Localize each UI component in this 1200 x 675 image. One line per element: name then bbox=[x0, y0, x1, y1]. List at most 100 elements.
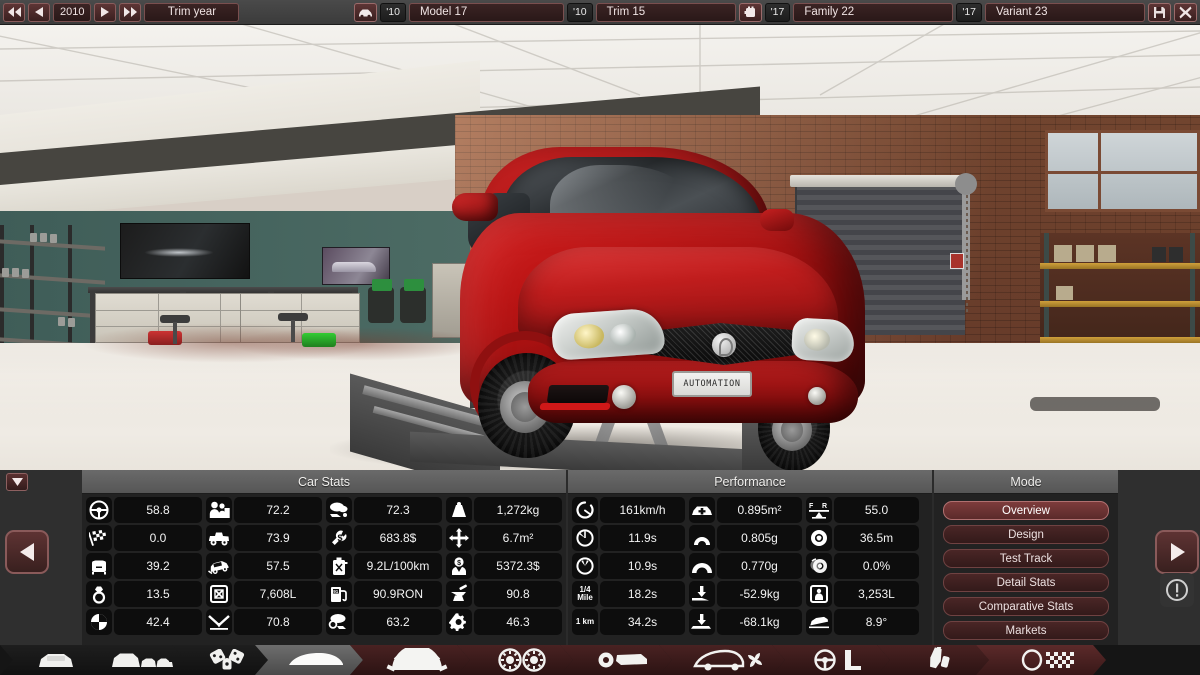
close-x-icon[interactable] bbox=[1174, 2, 1197, 22]
perf-quarter-mile[interactable]: 1/4 Mile 18.2s bbox=[572, 581, 685, 607]
suspension-tab[interactable] bbox=[457, 645, 573, 675]
body-tab[interactable] bbox=[255, 645, 363, 675]
last-year-button[interactable] bbox=[119, 2, 142, 22]
office-chair-1 bbox=[368, 287, 394, 323]
stat-value: 90.9RON bbox=[354, 581, 442, 607]
wall-poster-large bbox=[120, 223, 250, 279]
stat-footprint[interactable]: 6.7m² bbox=[446, 525, 562, 551]
stat-value: 36.5m bbox=[834, 525, 919, 551]
mode-button-detail-stats[interactable]: Detail Stats bbox=[943, 573, 1109, 592]
perf-drag-area[interactable]: 0.895m² bbox=[689, 497, 802, 523]
mode-button-comparative-stats[interactable]: Comparative Stats bbox=[943, 597, 1109, 616]
family-year-badge[interactable]: '17 bbox=[764, 2, 791, 22]
perf-0-100[interactable]: 11.9s bbox=[572, 525, 685, 551]
market-tab[interactable] bbox=[172, 645, 268, 675]
frontal-area-icon bbox=[689, 497, 715, 523]
stat-environmental-resistance[interactable]: 72.3 bbox=[326, 497, 442, 523]
variant-name-field[interactable]: Variant 23 bbox=[985, 2, 1145, 22]
footprint-icon bbox=[446, 525, 472, 551]
next-page-button[interactable] bbox=[1155, 530, 1199, 574]
stat-fuel-economy[interactable]: 9.2L/100km bbox=[326, 553, 442, 579]
perf-approach-angle[interactable]: 8.9° bbox=[806, 609, 919, 635]
3d-viewport[interactable]: AUTOMATION bbox=[0, 25, 1200, 470]
stat-service-costs[interactable]: $ 683.8$ bbox=[326, 525, 442, 551]
drivetrain-tab[interactable] bbox=[877, 645, 989, 675]
stat-reliability[interactable]: 70.8 bbox=[206, 609, 322, 635]
prev-year-button[interactable] bbox=[28, 2, 50, 22]
mode-button-markets[interactable]: Markets bbox=[943, 621, 1109, 640]
mode-button-test-track[interactable]: Test Track bbox=[943, 549, 1109, 568]
trim-year-badge[interactable]: '10 bbox=[566, 2, 593, 22]
trim-name-field[interactable]: Trim 15 bbox=[595, 2, 736, 22]
high-window bbox=[1045, 130, 1200, 212]
perf-brake-fade[interactable]: 0.0% bbox=[806, 553, 919, 579]
stat-sportiness[interactable]: 0.0 bbox=[86, 525, 202, 551]
interior-tab[interactable] bbox=[772, 645, 890, 675]
stat-value: 9.2L/100km bbox=[354, 553, 442, 579]
perf-weight-balance[interactable]: FR 55.0 bbox=[806, 497, 919, 523]
stat-value: 73.9 bbox=[234, 525, 322, 551]
aero-cooling-tab[interactable] bbox=[659, 645, 785, 675]
engine-tab[interactable] bbox=[350, 645, 470, 675]
service-cost-icon: $ bbox=[326, 525, 352, 551]
car-icon[interactable] bbox=[354, 2, 378, 22]
stat-value: 3,253L bbox=[834, 581, 919, 607]
stat-value: -68.1kg bbox=[717, 609, 802, 635]
stat-material-cost[interactable]: $ 5372.3$ bbox=[446, 553, 562, 579]
armchair-icon bbox=[86, 553, 112, 579]
stat-weight[interactable]: 1,272kg bbox=[446, 497, 562, 523]
mode-panel: Mode Overview Design Test Track Detail S… bbox=[934, 470, 1118, 645]
perf-20m-skidpad[interactable]: 0.805g bbox=[689, 525, 802, 551]
collapse-down-icon[interactable] bbox=[6, 473, 28, 491]
bumper-vent bbox=[546, 385, 610, 403]
next-year-button[interactable] bbox=[94, 2, 117, 22]
checkered-flag-icon bbox=[86, 525, 112, 551]
variant-year-badge[interactable]: '17 bbox=[956, 2, 982, 22]
perf-braking-distance[interactable]: 36.5m bbox=[806, 525, 919, 551]
stat-comfort[interactable]: 39.2 bbox=[86, 553, 202, 579]
mode-button-overview[interactable]: Overview bbox=[943, 501, 1109, 520]
stat-prestige[interactable]: 13.5 bbox=[86, 581, 202, 607]
car-overview-tab[interactable] bbox=[0, 645, 98, 675]
stat-offroad[interactable]: 73.9 bbox=[206, 525, 322, 551]
trim-year-label[interactable]: Trim year bbox=[144, 2, 240, 22]
prev-page-button[interactable] bbox=[5, 530, 49, 574]
perf-one-km[interactable]: 1 km 34.2s bbox=[572, 609, 685, 635]
family-tab[interactable] bbox=[85, 645, 185, 675]
floppy-save-icon[interactable] bbox=[1148, 2, 1171, 22]
stat-utility[interactable]: 72.2 bbox=[206, 497, 322, 523]
corner-200m-icon bbox=[689, 553, 715, 579]
model-year-badge[interactable]: '10 bbox=[380, 2, 406, 22]
performance-column-2: 0.895m² 0.805g 0.770g -52.9kg -68.1kg bbox=[687, 497, 804, 635]
test-track-tab[interactable] bbox=[976, 645, 1106, 675]
stat-cargo-volume[interactable]: 7,608L bbox=[206, 581, 322, 607]
brakes-tab[interactable] bbox=[560, 645, 672, 675]
stat-safety[interactable]: 57.5 bbox=[206, 553, 322, 579]
warning-exclamation-icon[interactable] bbox=[1160, 573, 1194, 607]
stat-production-units[interactable]: 46.3 bbox=[446, 609, 562, 635]
first-year-button[interactable] bbox=[3, 2, 25, 22]
pie-chart-icon bbox=[86, 609, 112, 635]
mode-button-design[interactable]: Design bbox=[943, 525, 1109, 544]
car-model[interactable]: AUTOMATION bbox=[440, 135, 890, 470]
perf-front-downforce[interactable]: -52.9kg bbox=[689, 581, 802, 607]
perf-200m-skidpad[interactable]: 0.770g bbox=[689, 553, 802, 579]
current-year-display[interactable]: 2010 bbox=[53, 2, 92, 22]
stat-practicality[interactable]: 42.4 bbox=[86, 609, 202, 635]
stat-engineering-time[interactable]: 90.8 bbox=[446, 581, 562, 607]
stat-fuel-octane[interactable]: 91 90.9RON bbox=[326, 581, 442, 607]
stat-emissions[interactable]: 63.2 bbox=[326, 609, 442, 635]
stat-drivability[interactable]: 58.8 bbox=[86, 497, 202, 523]
anvil-icon bbox=[446, 581, 472, 607]
perf-0-62[interactable]: 10.9s bbox=[572, 553, 685, 579]
mode-title: Mode bbox=[934, 470, 1118, 494]
model-name-field[interactable]: Model 17 bbox=[408, 2, 564, 22]
perf-rear-downforce[interactable]: -68.1kg bbox=[689, 609, 802, 635]
perf-top-speed[interactable]: 161km/h bbox=[572, 497, 685, 523]
stat-value: 0.0% bbox=[834, 553, 919, 579]
test-track-flag-icon bbox=[1020, 649, 1076, 671]
perf-passenger-volume[interactable]: 3,253L bbox=[806, 581, 919, 607]
family-name-field[interactable]: Family 22 bbox=[793, 2, 954, 22]
engine-icon[interactable] bbox=[738, 2, 762, 22]
stat-value: 39.2 bbox=[114, 553, 202, 579]
